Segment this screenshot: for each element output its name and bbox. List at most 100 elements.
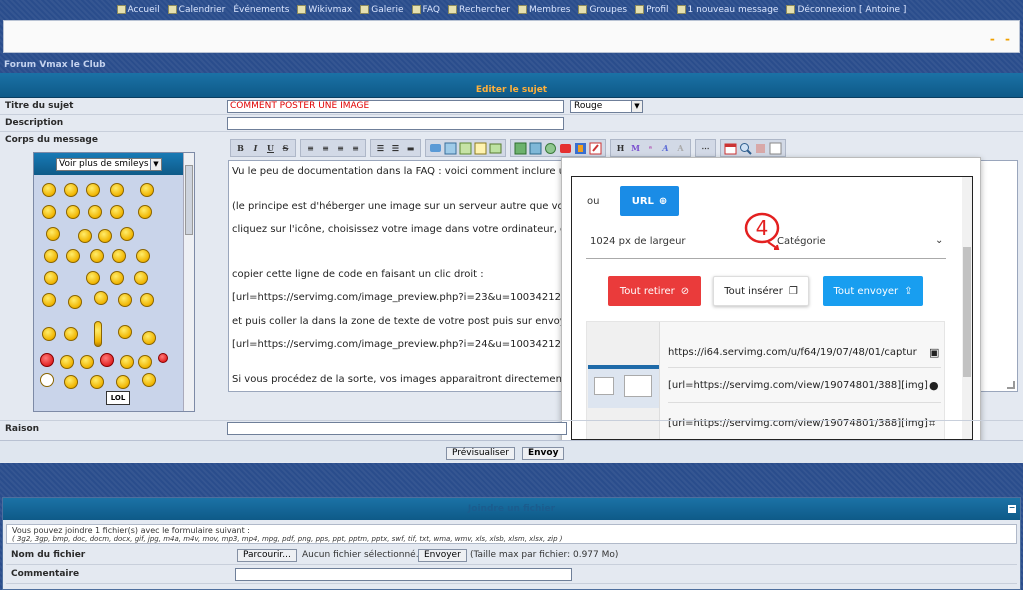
nav-item-calendrier[interactable]: Calendrier (167, 5, 225, 15)
nav-item-wikivmax[interactable]: Wikivmax (297, 5, 352, 15)
smiley-icon[interactable] (46, 227, 60, 241)
bullet-list-icon[interactable]: ☰ (374, 141, 387, 155)
smiley-icon[interactable] (42, 327, 56, 341)
collapse-icon[interactable]: − (1008, 504, 1016, 513)
smiley-icon[interactable] (140, 183, 154, 197)
heading-button[interactable]: H (614, 141, 627, 155)
lol-sign-smiley[interactable]: LOL (106, 391, 130, 405)
preview-button[interactable]: Prévisualiser (446, 447, 515, 460)
reason-input[interactable] (227, 422, 567, 435)
nav-item-evenements[interactable]: Événements (233, 5, 289, 15)
smiley-icon[interactable] (116, 375, 130, 389)
nav-item-accueil[interactable]: Accueil (116, 5, 160, 15)
align-center-icon[interactable]: ≡ (319, 141, 332, 155)
smiley-icon[interactable] (94, 321, 102, 347)
scrollbar-thumb[interactable] (185, 165, 193, 235)
smiley-icon[interactable] (60, 355, 74, 369)
smiley-icon[interactable] (68, 295, 82, 309)
smiley-icon[interactable] (64, 183, 78, 197)
youtube-icon[interactable] (559, 142, 572, 155)
popup-scrollbar[interactable] (962, 177, 972, 439)
remove-all-button[interactable]: Tout retirer ⊘ (608, 276, 701, 306)
smiley-icon[interactable] (98, 229, 112, 243)
flash-red-icon[interactable] (589, 142, 602, 155)
image-icon[interactable] (459, 142, 472, 155)
width-select[interactable]: 1024 px de largeur (590, 236, 686, 247)
chevron-down-icon[interactable]: ⌄ (935, 235, 943, 246)
title-color-select[interactable]: Rouge ▼ (570, 100, 643, 113)
smiley-icon[interactable] (86, 183, 100, 197)
nav-item-messages[interactable]: 1 nouveau message (676, 5, 778, 15)
smiley-icon[interactable] (64, 375, 78, 389)
smiley-icon[interactable] (138, 205, 152, 219)
strike-button[interactable]: S (279, 141, 292, 155)
heart-icon[interactable] (158, 353, 168, 363)
date-icon[interactable] (724, 142, 737, 155)
smiley-icon[interactable] (42, 205, 56, 219)
tools-icon[interactable] (754, 142, 767, 155)
breadcrumb[interactable]: Forum Vmax le Club (4, 60, 106, 70)
font-icon[interactable]: A (659, 141, 672, 155)
smiley-icon[interactable] (100, 353, 114, 367)
nav-item-profil[interactable]: Profil (635, 5, 669, 15)
nav-item-deconnexion[interactable]: Déconnexion [ Antoine ] (786, 5, 906, 15)
send-button[interactable]: Envoy (522, 447, 565, 460)
scrollbar-thumb[interactable] (963, 247, 971, 377)
zoom-icon[interactable] (739, 142, 752, 155)
smiley-icon[interactable] (120, 227, 134, 241)
smiley-icon[interactable] (136, 249, 150, 263)
smiley-icon[interactable] (64, 327, 78, 341)
smiley-icon[interactable] (110, 183, 124, 197)
image-link-forum[interactable]: [url=https://servimg.com/view/19074801/3… (668, 380, 928, 391)
underline-button[interactable]: U (264, 141, 277, 155)
resize-handle[interactable] (1007, 381, 1015, 389)
smiley-icon[interactable] (40, 353, 54, 367)
quote-icon[interactable] (429, 142, 442, 155)
nav-item-faq[interactable]: FAQ (411, 5, 440, 15)
smiley-icon[interactable] (138, 355, 152, 369)
code-icon[interactable] (444, 142, 457, 155)
smiley-icon[interactable] (94, 291, 108, 305)
upload-image-icon[interactable] (514, 142, 527, 155)
smiley-icon[interactable] (112, 249, 126, 263)
image-link-direct[interactable]: https://i64.servimg.com/u/f64/19/07/48/0… (668, 347, 917, 358)
browse-button[interactable]: Parcourir... (237, 549, 297, 562)
align-justify-icon[interactable]: ≡ (349, 141, 362, 155)
smiley-more-select[interactable]: Voir plus de smileys ▼ (56, 158, 162, 171)
align-left-icon[interactable]: ≡ (304, 141, 317, 155)
host-image-icon[interactable] (529, 142, 542, 155)
numbered-list-icon[interactable]: ☰ (389, 141, 402, 155)
nav-item-groupes[interactable]: Groupes (578, 5, 627, 15)
hr-icon[interactable]: ▬ (404, 141, 417, 155)
font-size-icon[interactable]: M (629, 141, 642, 155)
smiley-icon[interactable] (42, 293, 56, 307)
bold-button[interactable]: B (234, 141, 247, 155)
table-icon[interactable] (474, 142, 487, 155)
smiley-icon[interactable] (44, 271, 58, 285)
smiley-icon[interactable] (78, 229, 92, 243)
nav-item-galerie[interactable]: Galerie (360, 5, 404, 15)
color-icon[interactable]: A (674, 141, 687, 155)
smiley-scrollbar[interactable] (183, 153, 194, 411)
flash-icon[interactable] (574, 142, 587, 155)
nav-item-rechercher[interactable]: Rechercher (447, 5, 510, 15)
superscript-icon[interactable]: ᵃ (644, 141, 657, 155)
chat-icon[interactable]: ● (929, 379, 939, 392)
more-icon[interactable]: ⋯ (699, 141, 712, 155)
smiley-icon[interactable] (118, 293, 132, 307)
image-icon[interactable]: ▣ (929, 346, 939, 359)
smiley-icon[interactable] (66, 205, 80, 219)
smiley-icon[interactable] (80, 355, 94, 369)
url-button[interactable]: URL ⊕ (620, 186, 679, 216)
smiley-icon[interactable] (142, 373, 156, 387)
send-all-button[interactable]: Tout envoyer ⇪ (823, 276, 923, 306)
smiley-icon[interactable] (140, 293, 154, 307)
smiley-icon[interactable] (42, 183, 56, 197)
nav-item-membres[interactable]: Membres (517, 5, 570, 15)
smiley-icon[interactable] (40, 373, 54, 387)
spoiler-icon[interactable] (489, 142, 502, 155)
description-input[interactable] (227, 117, 564, 130)
smiley-icon[interactable] (90, 249, 104, 263)
italic-button[interactable]: I (249, 141, 262, 155)
smiley-icon[interactable] (142, 331, 156, 345)
